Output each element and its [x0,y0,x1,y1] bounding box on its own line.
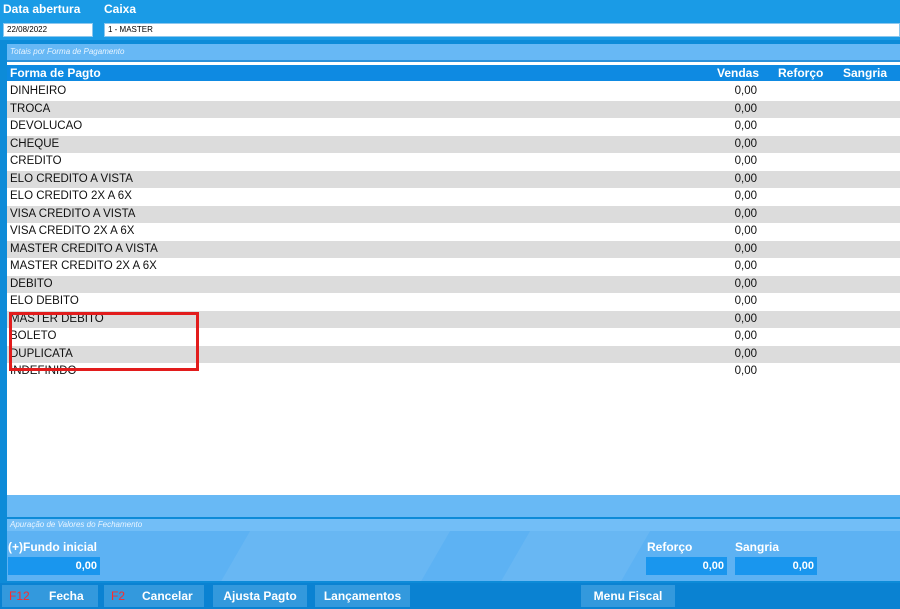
col-reforco[interactable]: Reforço [778,66,823,80]
forma-pagto-cell: ELO CREDITO 2X A 6X [10,190,132,202]
table-row[interactable]: MASTER CREDITO 2X A 6X 0,00 [7,258,900,276]
forma-pagto-cell: MASTER CREDITO 2X A 6X [10,260,157,272]
vendas-cell: 0,00 [734,155,757,167]
table-row[interactable]: ELO DEBITO 0,00 [7,293,900,311]
forma-pagto-cell: DEBITO [10,277,53,290]
caixa-label: Caixa [104,2,137,16]
highlight-box [9,312,199,371]
ajusta-pagto-button[interactable]: Ajusta Pagto [213,585,307,607]
data-abertura-field[interactable]: 22/08/2022 [3,23,93,37]
vendas-cell: 0,00 [734,225,757,237]
sangria-label: Sangria [735,540,780,554]
table-row[interactable]: VISA CREDITO 2X A 6X 0,00 [7,223,900,241]
fecha-button[interactable]: F12 Fecha [2,585,98,607]
reforco-value[interactable]: 0,00 [646,557,727,575]
vendas-cell: 0,00 [734,312,757,325]
forma-pagto-cell: TROCA [10,102,51,115]
col-sangria[interactable]: Sangria [843,66,887,80]
apuracao-caption: Apuração de Valores do Fechamento [7,519,900,531]
reforco-label: Reforço [647,540,693,554]
vendas-cell: 0,00 [734,207,757,220]
vendas-cell: 0,00 [734,347,757,360]
header-bar: Data abertura 22/08/2022 Caixa 1 - MASTE… [0,0,900,40]
table-row[interactable]: MASTER CREDITO A VISTA 0,00 [7,240,900,258]
grid-footer [7,495,900,517]
fundo-inicial-label: (+)Fundo inicial [8,540,97,554]
lancamentos-button[interactable]: Lançamentos [315,585,410,607]
forma-pagto-cell: CREDITO [10,155,62,167]
forma-pagto-cell: ELO DEBITO [10,295,79,307]
fecha-label: Fecha [49,589,84,603]
vendas-cell: 0,00 [734,330,757,342]
table-row[interactable]: CHEQUE 0,00 [7,135,900,153]
menu-fiscal-button[interactable]: Menu Fiscal [581,585,675,607]
table-row[interactable]: VISA CREDITO A VISTA 0,00 [7,205,900,223]
table-row[interactable]: ELO CREDITO 2X A 6X 0,00 [7,188,900,206]
cancelar-shortcut: F2 [111,589,126,603]
vendas-cell: 0,00 [734,85,757,97]
forma-pagto-cell: CHEQUE [10,137,60,150]
table-row[interactable]: DINHEIRO 0,00 [7,83,900,101]
fundo-inicial-value[interactable]: 0,00 [8,557,100,575]
vendas-cell: 0,00 [734,190,757,202]
vendas-cell: 0,00 [734,102,757,115]
button-bar: F12 Fecha F2 Cancelar Ajusta Pagto Lança… [0,583,900,609]
forma-pagto-cell: ELO CREDITO A VISTA [10,172,133,185]
forma-pagto-cell: DINHEIRO [10,85,67,97]
totais-caption: Totais por Forma de Pagamento [7,44,900,60]
forma-pagto-cell: VISA CREDITO 2X A 6X [10,225,135,237]
grid-header: Forma de Pagto Vendas Reforço Sangria [7,65,900,81]
totais-grid: Forma de Pagto Vendas Reforço Sangria DI… [7,60,900,495]
forma-pagto-cell: DEVOLUCAO [10,120,83,132]
vendas-cell: 0,00 [734,277,757,290]
vendas-cell: 0,00 [734,172,757,185]
forma-pagto-cell: VISA CREDITO A VISTA [10,207,136,220]
vendas-cell: 0,00 [734,365,757,377]
forma-pagto-cell: MASTER CREDITO A VISTA [10,242,158,255]
caixa-field[interactable]: 1 - MASTER [104,23,900,37]
vendas-cell: 0,00 [734,120,757,132]
table-row[interactable]: DEBITO 0,00 [7,275,900,293]
cancelar-label: Cancelar [142,589,193,603]
vendas-cell: 0,00 [734,137,757,150]
cancelar-button[interactable]: F2 Cancelar [104,585,204,607]
table-row[interactable]: TROCA 0,00 [7,100,900,118]
sangria-value[interactable]: 0,00 [735,557,817,575]
fecha-shortcut: F12 [9,589,30,603]
vendas-cell: 0,00 [734,242,757,255]
table-row[interactable]: DEVOLUCAO 0,00 [7,118,900,136]
data-abertura-label: Data abertura [3,2,81,16]
vendas-cell: 0,00 [734,260,757,272]
vendas-cell: 0,00 [734,295,757,307]
table-row[interactable]: ELO CREDITO A VISTA 0,00 [7,170,900,188]
apuracao-panel: (+)Fundo inicial 0,00 Reforço 0,00 Sangr… [7,531,900,581]
col-forma-pagto[interactable]: Forma de Pagto [10,66,101,80]
col-vendas[interactable]: Vendas [717,66,759,80]
table-row[interactable]: CREDITO 0,00 [7,153,900,171]
